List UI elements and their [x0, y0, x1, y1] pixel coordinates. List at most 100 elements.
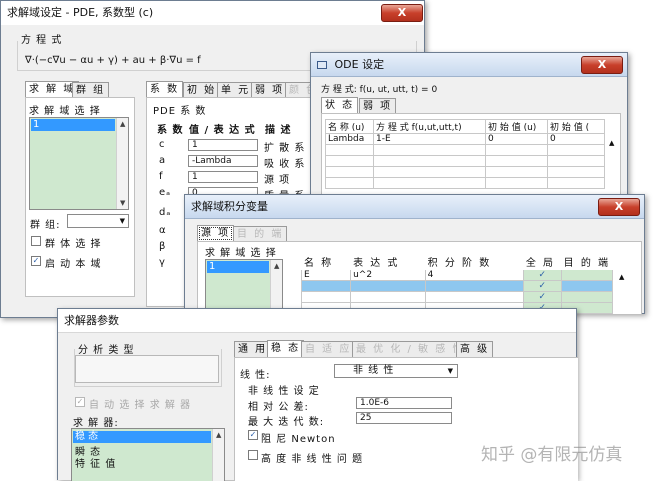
col-destination: 目 的 端 [560, 253, 614, 270]
table-row[interactable]: ✓ [300, 291, 614, 303]
integration-table[interactable]: 名 称 表 达 式 积 分 阶 数 全 局 目 的 端 E u^2 4 ✓ ✓ … [300, 253, 614, 314]
tab-init[interactable]: 初 始 [183, 82, 221, 98]
cell-order[interactable]: 4 [424, 269, 524, 281]
table-row[interactable]: ✓ [300, 280, 614, 292]
highly-nonlinear-checkbox[interactable] [248, 450, 258, 460]
activate-domain-label: 启 动 本 域 [45, 259, 102, 270]
tab-coefficients[interactable]: 系 数 [146, 81, 184, 98]
scroll-down-icon[interactable]: ▼ [120, 199, 125, 207]
damped-newton-checkbox[interactable]: ✓ [248, 430, 258, 440]
coef-header-desc: 描 述 [265, 125, 292, 136]
equation-text: ∇·(−c∇u − αu + γ) + au + β·∇u = f [25, 55, 201, 66]
select-by-group-checkbox[interactable] [31, 236, 41, 246]
tab-adaptive[interactable]: 自 适 应 [301, 341, 356, 357]
scroll-up-icon[interactable]: ▲ [120, 120, 125, 128]
max-iterations-input[interactable]: 25 [356, 412, 452, 424]
tab-destination[interactable]: 目 的 端 [233, 226, 288, 242]
coef-symbol-gamma: γ [159, 257, 166, 268]
coef-desc-c: 扩 散 系 [264, 143, 306, 154]
table-row[interactable] [325, 166, 605, 178]
table-row[interactable] [325, 155, 605, 167]
cell-init-ut[interactable]: 0 [547, 133, 605, 145]
coef-symbol-ea: eₐ [159, 187, 172, 198]
solver-titlebar[interactable]: 求解器参数 [58, 309, 576, 333]
solver-list-scrollbar[interactable]: ▲ [212, 429, 224, 481]
col-name: 名 称 (u) [325, 119, 374, 134]
cell-global-checkbox[interactable]: ✓ [522, 291, 562, 303]
tab-state[interactable]: 状 态 [321, 97, 359, 114]
col-equation: 方 程 式 f(u,ut,utt,t) [373, 119, 486, 134]
col-global: 全 局 [522, 253, 562, 270]
table-row[interactable]: Lambda 1-E 0 0 [325, 133, 605, 145]
ode-settings-window: ODE 设定 X 方 程 式: f(u, ut, utt, t) = 0 状 态… [310, 52, 628, 212]
tab-groups[interactable]: 群 组 [72, 82, 110, 98]
scroll-up-icon[interactable]: ▲ [609, 139, 614, 147]
analysis-type-select[interactable] [75, 355, 219, 383]
integration-titlebar[interactable]: 求解域积分变量 [185, 195, 644, 219]
coef-value-c[interactable]: 1 [188, 139, 258, 151]
close-button[interactable]: X [381, 4, 423, 22]
cell-equation[interactable]: 1-E [373, 133, 486, 145]
coef-symbol-a: a [159, 155, 167, 166]
cell-global-checkbox[interactable]: ✓ [522, 269, 562, 281]
tab-element[interactable]: 单 元 [217, 82, 255, 98]
col-init-u: 初 始 值 (u) [485, 119, 548, 134]
solver-label: 求 解 器: [73, 418, 119, 429]
linearity-select[interactable]: 非 线 性 ▼ [334, 364, 458, 378]
chevron-down-icon: ▼ [119, 217, 125, 225]
ode-table[interactable]: 名 称 (u) 方 程 式 f(u,ut,utt,t) 初 始 值 (u) 初 … [325, 119, 605, 189]
coef-symbol-alpha: α [159, 225, 167, 236]
solver-list[interactable]: 稳 态 瞬 态 特 征 值 ▲ [71, 428, 225, 481]
subdomain-settings-titlebar[interactable]: 求解域设定 - PDE, 系数型 (c) [1, 1, 424, 25]
close-button[interactable]: X [581, 56, 623, 74]
tab-source[interactable]: 源 项 [197, 225, 235, 242]
coef-symbol-c: c [159, 139, 166, 150]
close-button[interactable]: X [598, 198, 640, 216]
auto-select-solver-label: 自 动 选 择 求 解 器 [89, 400, 192, 411]
subdomain-item-1[interactable]: 1 [207, 261, 269, 273]
coef-value-f[interactable]: 1 [188, 171, 258, 183]
cell-init-u[interactable]: 0 [485, 133, 548, 145]
group-select[interactable]: ▼ [67, 214, 129, 228]
coef-symbol-beta: β [159, 241, 167, 252]
scroll-up-icon[interactable]: ▲ [619, 273, 624, 281]
coef-symbol-da: dₐ [159, 207, 172, 218]
subdomain-list-scrollbar[interactable]: ▲ ▼ [116, 118, 128, 209]
scroll-up-icon[interactable]: ▲ [274, 262, 279, 270]
tab-optimization-sensitivity[interactable]: 最 优 化 / 敏 感 性 [352, 341, 469, 357]
table-row[interactable] [325, 177, 605, 189]
window-title: 求解器参数 [64, 314, 119, 327]
ode-titlebar[interactable]: ODE 设定 [311, 53, 627, 77]
relative-tolerance-input[interactable]: 1.0E-6 [356, 397, 452, 409]
subdomain-selection-label: 求 解 域 选 择 [205, 248, 277, 259]
cell-global-checkbox[interactable]: ✓ [522, 280, 562, 292]
ode-equation-label: 方 程 式: f(u, ut, utt, t) = 0 [321, 85, 438, 95]
cell-name[interactable]: E [300, 269, 352, 281]
subdomain-item-1[interactable]: 1 [31, 119, 115, 131]
auto-select-solver-checkbox[interactable]: ✓ [75, 397, 85, 407]
tab-general[interactable]: 通 用 [234, 341, 272, 357]
scroll-up-icon[interactable]: ▲ [216, 431, 221, 439]
coef-desc-f: 源 项 [264, 175, 291, 186]
pde-coefficients-label: PDE 系 数 [153, 106, 207, 117]
cell-name[interactable]: Lambda [325, 133, 374, 145]
window-title: 求解域积分变量 [191, 200, 268, 213]
tab-stationary[interactable]: 稳 态 [267, 340, 305, 357]
solver-item-eigenvalue[interactable]: 特 征 值 [75, 455, 116, 470]
max-iterations-label: 最 大 迭 代 数: [248, 417, 325, 428]
coef-value-a[interactable]: -Lambda [188, 155, 258, 167]
tab-advanced[interactable]: 高 级 [456, 341, 494, 357]
coef-header-symbol: 系 数 [157, 125, 184, 136]
table-row[interactable] [325, 144, 605, 156]
tab-weak-terms[interactable]: 弱 项 [359, 98, 397, 114]
cell-destination[interactable] [560, 269, 614, 281]
tab-weak[interactable]: 弱 项 [251, 82, 289, 98]
solver-item-stationary[interactable]: 稳 态 [73, 431, 211, 443]
cell-expression[interactable]: u^2 [350, 269, 426, 281]
subdomain-list[interactable]: 1 ▲ ▼ [29, 117, 129, 210]
activate-domain-checkbox[interactable]: ✓ [31, 256, 41, 266]
watermark: 知乎 @有限元仿真 [481, 445, 623, 465]
group-label: 群 组: [30, 220, 61, 231]
nonlinear-settings-label: 非 线 性 设 定 [248, 386, 320, 397]
table-row[interactable]: E u^2 4 ✓ [300, 269, 614, 281]
